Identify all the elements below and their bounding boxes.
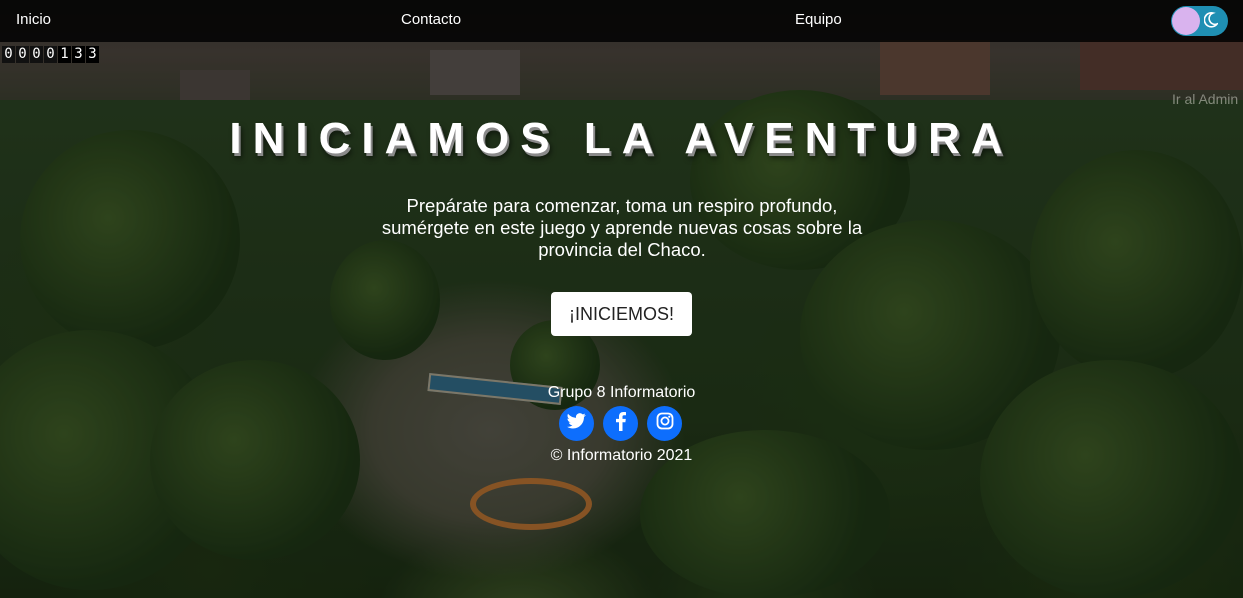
- twitter-icon: [567, 413, 586, 434]
- instagram-button[interactable]: [647, 406, 682, 441]
- toggle-knob: [1172, 7, 1200, 35]
- copyright-text: © Informatorio 2021: [550, 447, 693, 464]
- counter-digit: 0: [44, 46, 57, 63]
- counter-digit: 0: [16, 46, 29, 63]
- instagram-icon: [656, 412, 674, 435]
- facebook-button[interactable]: [603, 406, 638, 441]
- counter-digit: 0: [30, 46, 43, 63]
- social-links: [559, 406, 682, 441]
- hero-subtitle: Prepárate para comenzar, toma un respiro…: [381, 195, 863, 260]
- footer-group-name: Grupo 8 Informatorio: [547, 384, 696, 401]
- hero-title: INICIAMOS LA AVENTURA: [229, 114, 1014, 163]
- admin-link[interactable]: Ir al Admin: [1172, 91, 1238, 107]
- counter-digit: 0: [2, 46, 15, 63]
- nav-link-equipo[interactable]: Equipo: [795, 11, 842, 28]
- counter-digit: 3: [72, 46, 85, 63]
- moon-icon: [1203, 12, 1220, 33]
- nav-link-contacto[interactable]: Contacto: [401, 11, 461, 28]
- counter-digit: 1: [58, 46, 71, 63]
- navbar: Inicio Contacto Equipo: [0, 0, 1243, 42]
- visit-counter: 0 0 0 0 1 3 3: [2, 46, 99, 63]
- start-button[interactable]: ¡INICIEMOS!: [551, 292, 692, 336]
- facebook-icon: [615, 411, 626, 436]
- nav-link-inicio[interactable]: Inicio: [16, 11, 51, 28]
- theme-toggle[interactable]: [1171, 6, 1228, 36]
- counter-digit: 3: [86, 46, 99, 63]
- twitter-button[interactable]: [559, 406, 594, 441]
